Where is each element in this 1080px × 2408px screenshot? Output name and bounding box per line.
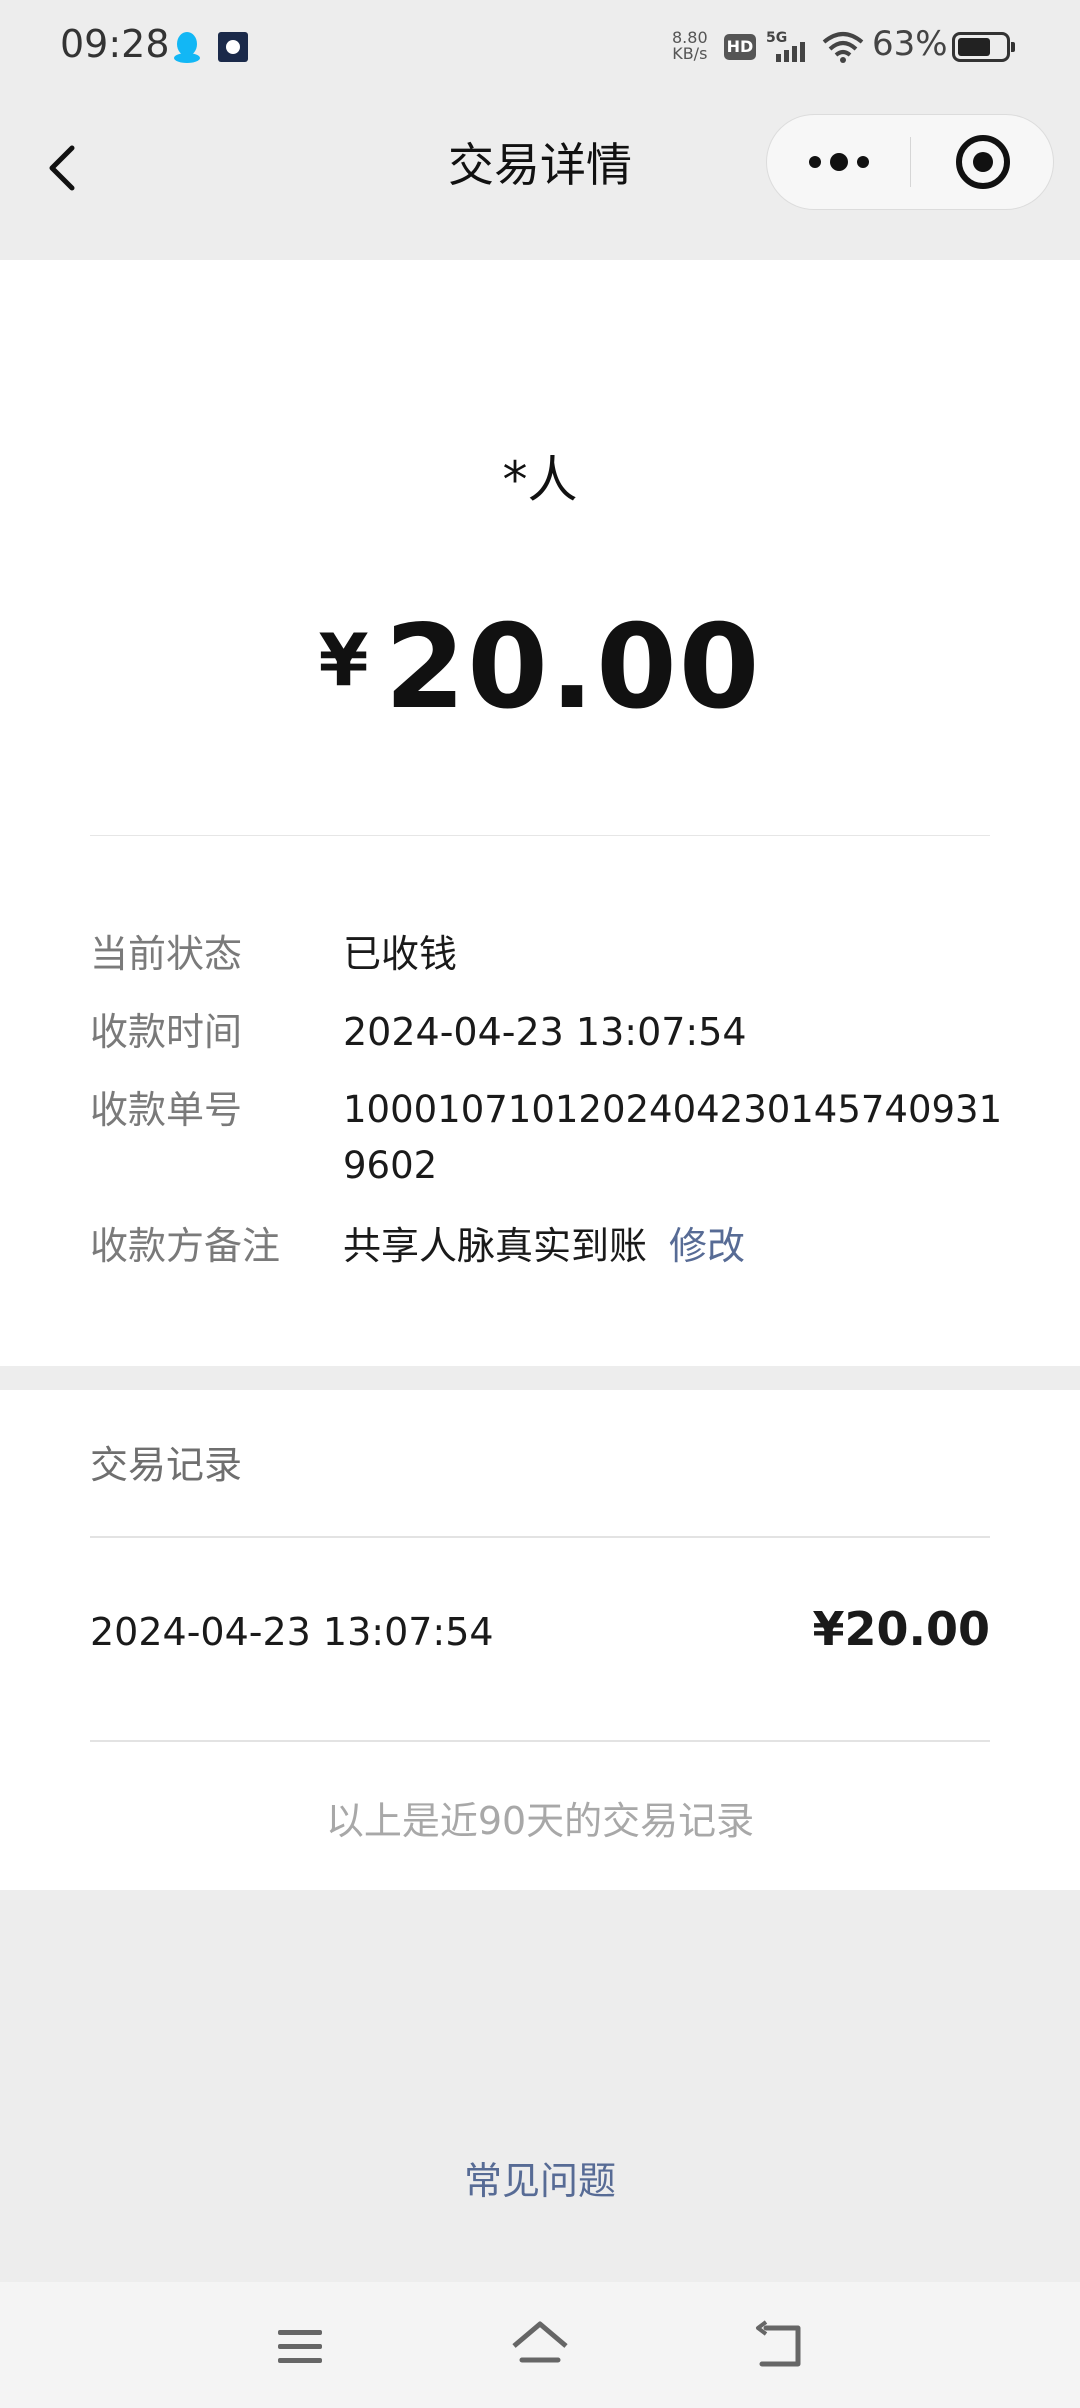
status-bar: 09:28 8.80 KB/s HD 5G 63% [0, 0, 1080, 100]
amount-display: ¥20.00 [0, 600, 1080, 735]
app-notification-icon [218, 32, 248, 62]
detail-label: 收款单号 [90, 1088, 243, 1132]
record-time: 2024-04-23 13:07:54 [90, 1610, 494, 1654]
return-arrow-icon[interactable] [746, 2310, 818, 2382]
divider [90, 1536, 990, 1538]
signal-label: 5G [766, 30, 787, 46]
nav-bar: 交易详情 [0, 100, 1080, 260]
system-nav-bar [0, 2282, 1080, 2408]
detail-value: 已收钱 [343, 932, 458, 976]
detail-value-wrap: 共享人脉真实到账 修改 [343, 1218, 1003, 1274]
home-icon[interactable] [504, 2310, 576, 2382]
battery-percent: 63% [872, 24, 948, 64]
records-footnote: 以上是近90天的交易记录 [325, 1799, 755, 1843]
detail-value: 2024-04-23 13:07:54 [343, 1010, 747, 1054]
signal-5g-icon: 5G [766, 30, 805, 62]
menu-lines-icon[interactable] [264, 2310, 336, 2382]
divider [90, 835, 990, 836]
remark-text: 共享人脉真实到账 [343, 1224, 648, 1268]
network-speed-unit: KB/s [672, 44, 708, 63]
section-title: 交易记录 [90, 1443, 243, 1487]
qq-notification-icon [174, 32, 200, 63]
divider [90, 1740, 990, 1742]
detail-label: 收款方备注 [90, 1224, 281, 1268]
detail-label: 收款时间 [90, 1010, 243, 1054]
payer-name: *人 [502, 451, 578, 509]
faq-link[interactable]: 常见问题 [0, 2150, 1080, 2205]
detail-value: 10001071012024042301457409319602 [343, 1088, 1003, 1187]
wifi-icon [822, 32, 864, 63]
transaction-detail-card: *人 ¥20.00 当前状态 已收钱 收款时间 2024-04-23 13:07… [0, 260, 1080, 1366]
currency-symbol: ¥ [318, 618, 369, 702]
edit-remark-link[interactable]: 修改 [669, 1224, 745, 1268]
more-dots-icon[interactable] [767, 115, 910, 209]
transaction-records-card: 交易记录 2024-04-23 13:07:54 ¥20.00 以上是近90天的… [0, 1390, 1080, 1890]
mini-program-capsule [766, 114, 1054, 210]
close-target-icon[interactable] [911, 115, 1054, 209]
detail-label: 当前状态 [90, 932, 243, 976]
status-time: 09:28 [60, 22, 170, 66]
amount-value: 20.00 [384, 600, 762, 735]
record-amount: ¥20.00 [812, 1602, 990, 1656]
hd-badge: HD [724, 34, 756, 60]
network-speed: 8.80 KB/s [672, 30, 708, 62]
battery-icon [952, 32, 1015, 62]
